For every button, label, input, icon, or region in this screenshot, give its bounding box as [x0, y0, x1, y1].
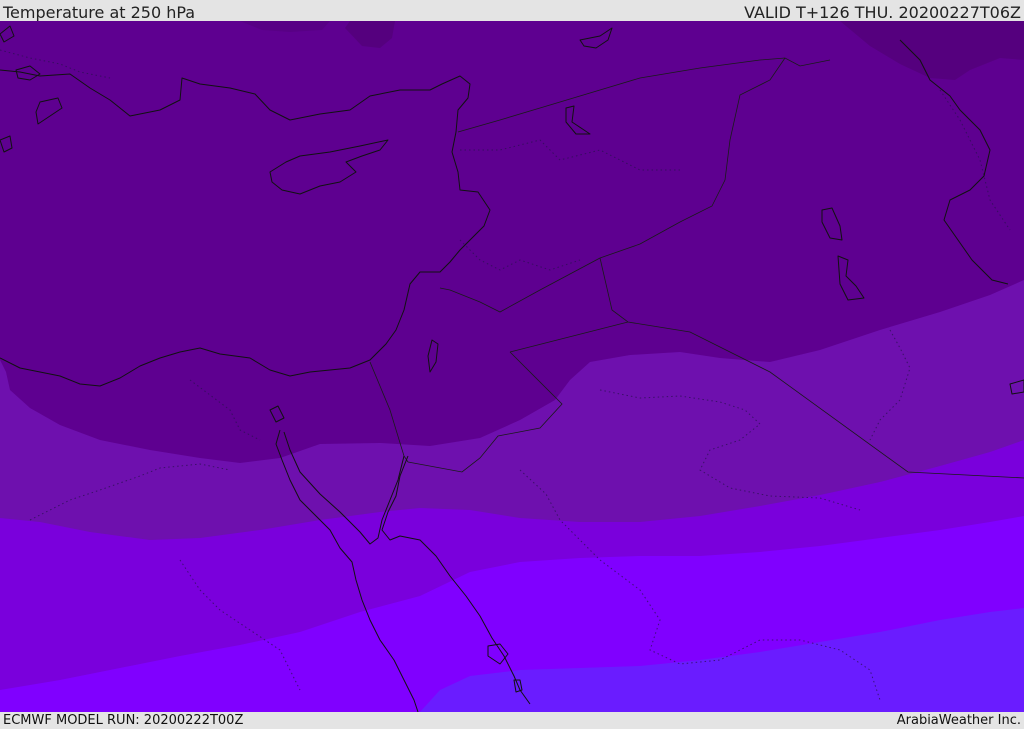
footer-bar: ECMWF MODEL RUN: 20200222T00Z ArabiaWeat… [0, 712, 1024, 729]
temperature-map[interactable] [0, 21, 1024, 712]
map-title: Temperature at 250 hPa [3, 3, 196, 22]
credit-label: ArabiaWeather Inc. [896, 713, 1021, 728]
model-run-label: ECMWF MODEL RUN: 20200222T00Z [3, 713, 244, 728]
header-bar: Temperature at 250 hPa VALID T+126 THU. … [0, 0, 1024, 22]
valid-time-label: VALID T+126 THU. 20200227T06Z [744, 3, 1021, 22]
map-canvas [0, 21, 1024, 712]
